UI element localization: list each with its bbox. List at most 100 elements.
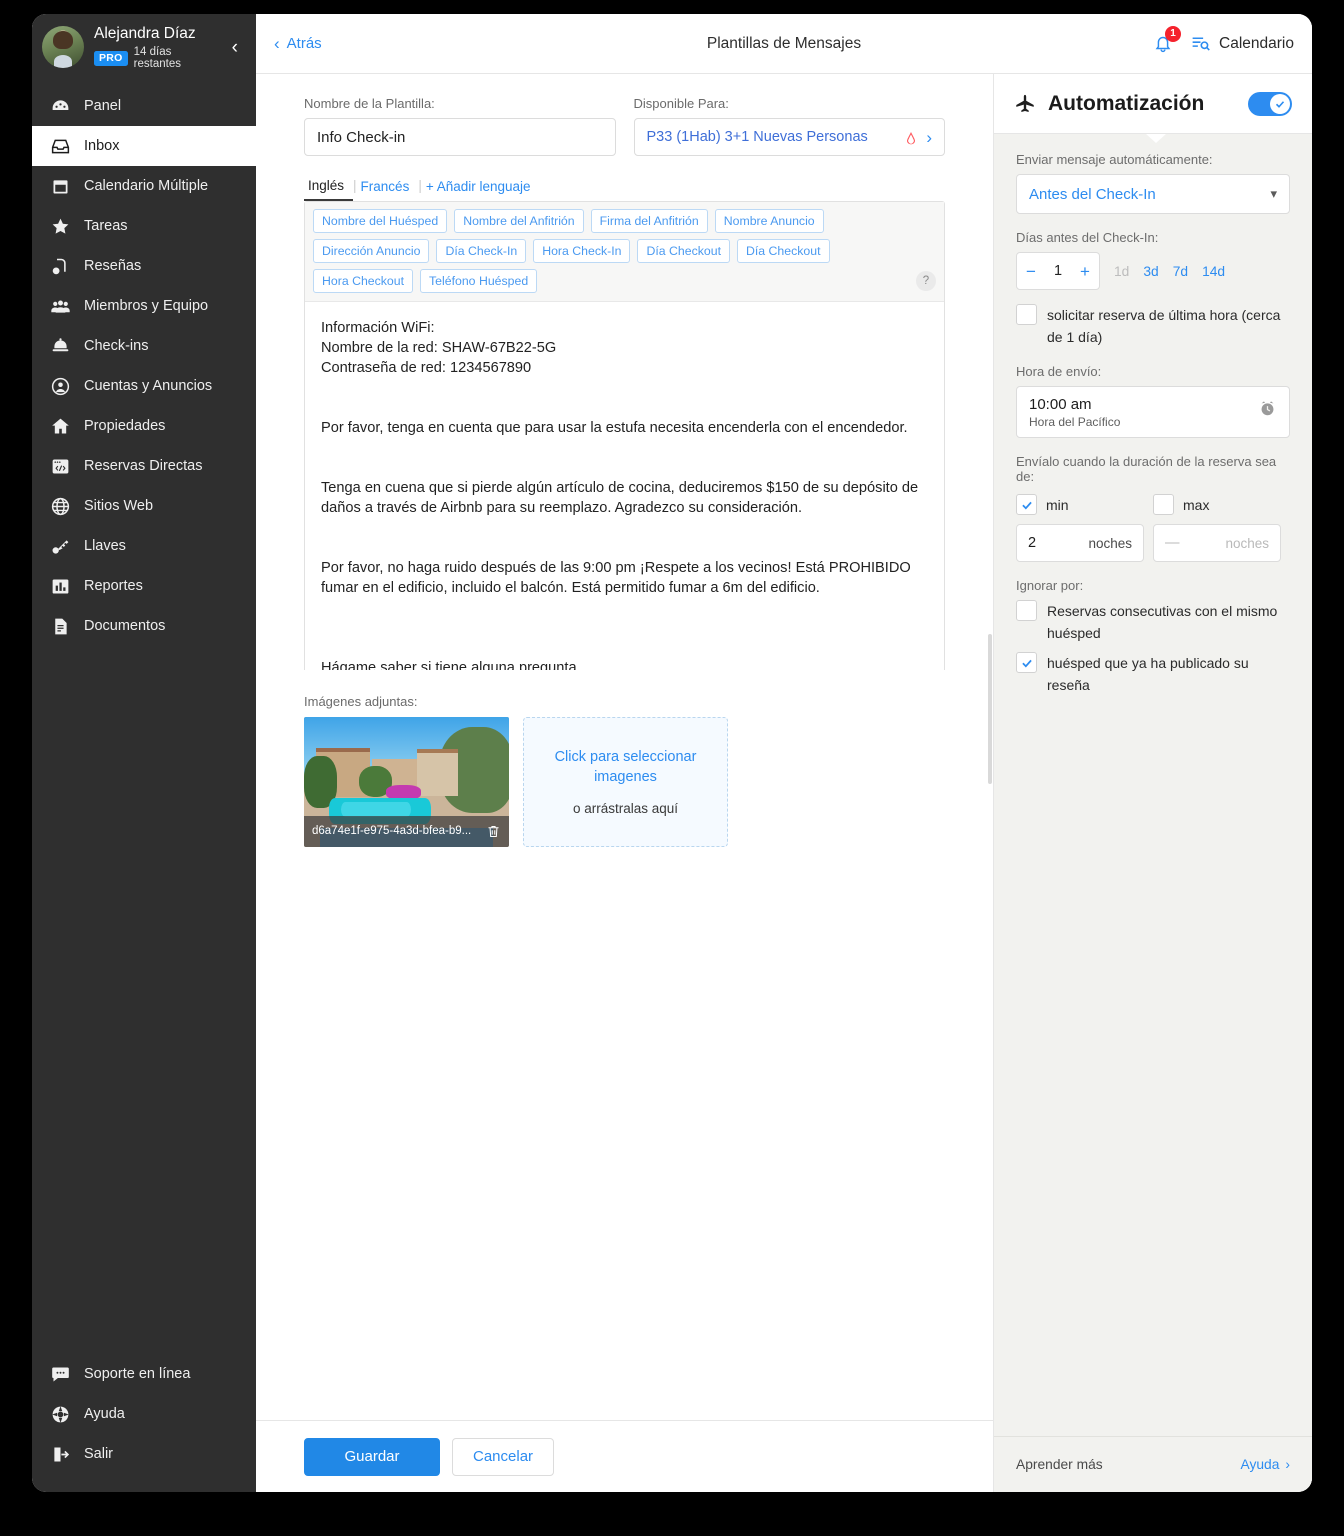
- preset-3d[interactable]: 3d: [1143, 264, 1158, 279]
- sidebar-item-miembros-y-equipo[interactable]: Miembros y Equipo: [32, 286, 256, 326]
- send-time-input[interactable]: 10:00 am Hora del Pacífico: [1016, 386, 1290, 438]
- sidebar-item-ayuda[interactable]: Ayuda: [32, 1394, 256, 1434]
- logout-icon: [49, 1443, 71, 1465]
- calendar-button[interactable]: Calendario: [1190, 33, 1294, 54]
- add-language-button[interactable]: + Añadir lenguaje: [422, 177, 540, 200]
- form-footer: Guardar Cancelar: [256, 1420, 993, 1492]
- min-checkbox[interactable]: [1016, 494, 1037, 515]
- preset-7d[interactable]: 7d: [1173, 264, 1188, 279]
- merge-tag[interactable]: Hora Checkout: [313, 269, 414, 293]
- sidebar-item-label: Cuentas y Anuncios: [84, 378, 213, 394]
- collapse-sidebar-button[interactable]: ‹: [232, 38, 244, 57]
- sidebar-item-label: Propiedades: [84, 418, 166, 434]
- template-name-input[interactable]: Info Check-in: [304, 118, 616, 156]
- message-line: Hágame saber si tiene alguna pregunta.: [321, 660, 581, 670]
- message-line: Información WiFi:: [321, 320, 435, 336]
- sidebar-item-label: Check-ins: [84, 338, 149, 354]
- automation-toggle[interactable]: [1248, 91, 1292, 116]
- image-dropzone[interactable]: Click para seleccionar imagenes o arrást…: [523, 716, 728, 847]
- stepper-decrement[interactable]: −: [1026, 263, 1036, 280]
- bell-service-icon: [49, 335, 71, 357]
- sidebar-item-label: Sitios Web: [84, 498, 154, 514]
- merge-tag[interactable]: Día Checkout: [637, 239, 730, 263]
- learn-more-link[interactable]: Aprender más: [1016, 1457, 1103, 1472]
- sidebar-item-llaves[interactable]: Llaves: [32, 526, 256, 566]
- sidebar-item-documentos[interactable]: Documentos: [32, 606, 256, 646]
- account-circle-icon: [49, 375, 71, 397]
- notifications-button[interactable]: 1: [1152, 25, 1182, 56]
- days-before-stepper[interactable]: − 1 +: [1016, 252, 1100, 290]
- dashboard-icon: [49, 95, 71, 117]
- sidebar-item-soporte-en-linea[interactable]: Soporte en línea: [32, 1354, 256, 1394]
- attachment-thumbnail[interactable]: d6a74e1f-e975-4a3d-bfea-b9...: [304, 716, 509, 847]
- sidebar-item-cuentas-y-anuncios[interactable]: Cuentas y Anuncios: [32, 366, 256, 406]
- preset-14d[interactable]: 14d: [1202, 264, 1225, 279]
- sidebar-item-tareas[interactable]: Tareas: [32, 206, 256, 246]
- merge-tag[interactable]: Día Checkout: [737, 239, 830, 263]
- cancel-button[interactable]: Cancelar: [452, 1437, 555, 1476]
- message-body-textarea[interactable]: Información WiFi: Nombre de la red: SHAW…: [305, 302, 944, 670]
- preset-1d[interactable]: 1d: [1114, 264, 1129, 279]
- trash-icon[interactable]: [486, 824, 501, 839]
- min-nights-unit: noches: [1088, 535, 1132, 551]
- merge-tag[interactable]: Firma del Anfitrión: [590, 209, 708, 233]
- sidebar-item-inbox[interactable]: Inbox: [32, 126, 256, 166]
- sidebar-item-check-ins[interactable]: Check-ins: [32, 326, 256, 366]
- people-icon: [49, 295, 71, 317]
- sidebar-item-reportes[interactable]: Reportes: [32, 566, 256, 606]
- merge-tag[interactable]: Teléfono Huésped: [420, 269, 538, 293]
- back-button[interactable]: ‹ Atrás: [274, 35, 322, 52]
- sidebar-item-reservas-directas[interactable]: Reservas Directas: [32, 446, 256, 486]
- check-icon: [1275, 100, 1285, 108]
- ignore-reviewed-label: huésped que ya ha publicado su reseña: [1047, 655, 1249, 693]
- panel-notch: [1146, 134, 1166, 143]
- available-for-select[interactable]: P33 (1Hab) 3+1 Nuevas Personas ›: [633, 118, 945, 156]
- sidebar-item-salir[interactable]: Salir: [32, 1434, 256, 1474]
- merge-tag[interactable]: Nombre del Huésped: [313, 209, 448, 233]
- ignore-row: Reservas consecutivas con el mismo huésp…: [1016, 600, 1290, 644]
- merge-tag[interactable]: Día Check-In: [436, 239, 527, 263]
- help-link[interactable]: Ayuda ›: [1241, 1457, 1290, 1472]
- ignore-consecutive-checkbox[interactable]: [1016, 600, 1037, 621]
- alarm-clock-icon: [1261, 401, 1274, 416]
- days-before-label: Días antes del Check-In:: [1016, 230, 1159, 245]
- message-editor: Nombre del Huésped Nombre del Anfitrión …: [304, 201, 945, 670]
- sidebar-item-propiedades[interactable]: Propiedades: [32, 406, 256, 446]
- max-checkbox[interactable]: [1153, 494, 1174, 515]
- dropzone-title: Click para seleccionar imagenes: [554, 749, 697, 785]
- sidebar-item-label: Reseñas: [84, 258, 142, 274]
- help-icon[interactable]: ?: [916, 271, 936, 291]
- send-time-label: Hora de envío:: [1016, 364, 1102, 379]
- merge-tag[interactable]: Dirección Anuncio: [313, 239, 430, 263]
- sidebar-item-resenas[interactable]: Reseñas: [32, 246, 256, 286]
- panel-scrollbar[interactable]: [988, 74, 993, 1492]
- sidebar-item-sitios-web[interactable]: Sitios Web: [32, 486, 256, 526]
- sidebar-user[interactable]: Alejandra Díaz PRO 14 días restantes ‹: [32, 14, 256, 82]
- ignore-consecutive-label: Reservas consecutivas con el mismo huésp…: [1047, 603, 1278, 641]
- scrollbar-thumb[interactable]: [988, 634, 992, 784]
- ignore-reviewed-checkbox[interactable]: [1016, 652, 1037, 673]
- sidebar-item-calendario-multiple[interactable]: Calendario Múltiple: [32, 166, 256, 206]
- save-button[interactable]: Guardar: [304, 1437, 440, 1476]
- last-minute-checkbox[interactable]: [1016, 304, 1037, 325]
- send-time-zone: Hora del Pacífico: [1029, 415, 1121, 429]
- stepper-increment[interactable]: +: [1080, 263, 1090, 280]
- sidebar-item-label: Inbox: [84, 138, 120, 154]
- message-line: Nombre de la red: SHAW-67B22-5G: [321, 340, 557, 356]
- merge-tag[interactable]: Hora Check-In: [533, 239, 631, 263]
- avatar: [42, 26, 84, 68]
- sidebar-item-panel[interactable]: Panel: [32, 86, 256, 126]
- merge-tag[interactable]: Nombre Anuncio: [714, 209, 824, 233]
- duration-label: Envíalo cuando la duración de la reserva…: [1016, 454, 1277, 484]
- tab-ingles[interactable]: Inglés: [304, 176, 354, 201]
- tab-frances[interactable]: Francés: [357, 177, 419, 200]
- sidebar-item-label: Ayuda: [84, 1406, 125, 1422]
- send-message-label: Enviar mensaje automáticamente:: [1016, 152, 1213, 167]
- textarea-resize-handle[interactable]: [929, 664, 940, 670]
- min-nights-input[interactable]: 2 noches: [1016, 524, 1144, 562]
- airplane-icon: [1016, 94, 1034, 112]
- available-for-field: Disponible Para: P33 (1Hab) 3+1 Nuevas P…: [633, 96, 945, 156]
- send-trigger-select[interactable]: Antes del Check-In ▾: [1016, 174, 1290, 214]
- max-nights-input[interactable]: — noches: [1153, 524, 1281, 562]
- merge-tag[interactable]: Nombre del Anfitrión: [454, 209, 584, 233]
